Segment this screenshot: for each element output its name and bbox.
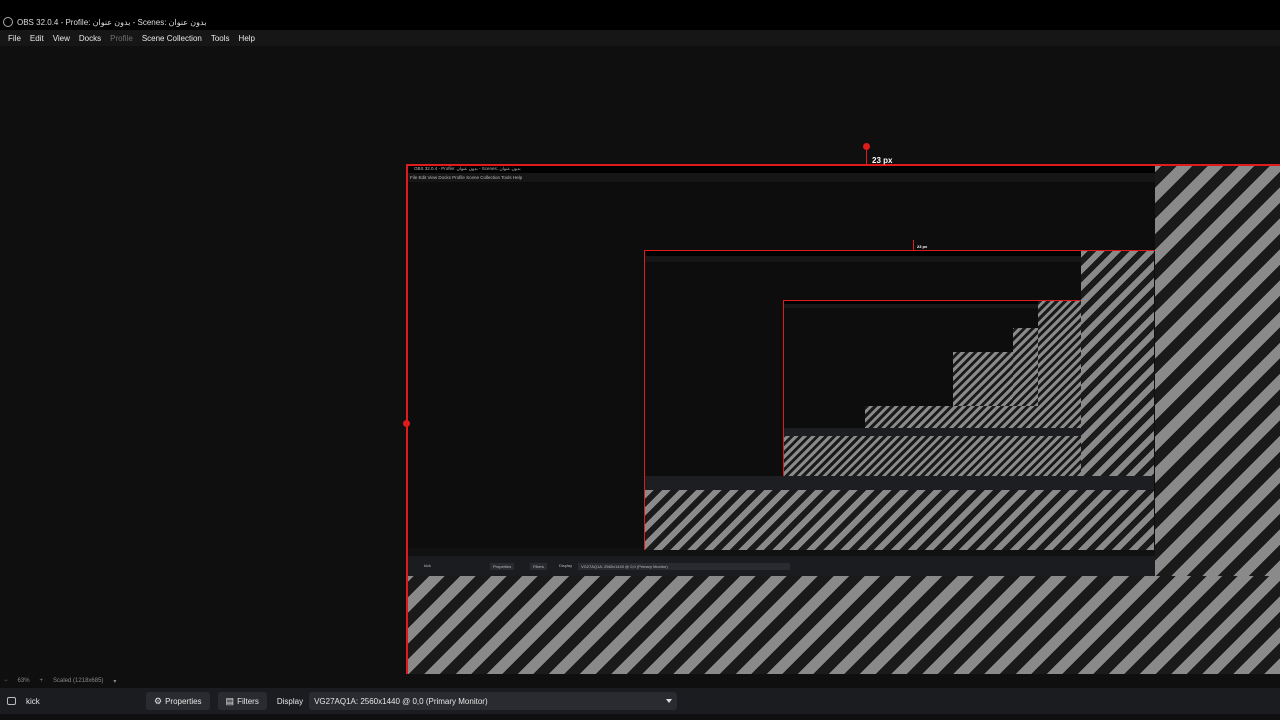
filter-icon: ▤ bbox=[225, 695, 235, 706]
filters-button-label: Filters bbox=[237, 696, 259, 706]
chevron-down-icon bbox=[666, 699, 673, 703]
resize-handle-left[interactable] bbox=[403, 420, 410, 427]
menu-file[interactable]: File bbox=[4, 34, 25, 43]
display-label: Display bbox=[276, 696, 304, 706]
selection-left-edge bbox=[406, 164, 408, 674]
title-bar: OBS 32.0.4 - Profile: بدون عنوان - Scene… bbox=[0, 14, 1280, 30]
scale-info: Scaled (1218x685) bbox=[53, 678, 104, 684]
captured-display-value: VG27AQ1A: 2560x1440 @ 0,0 (Primary Monit… bbox=[578, 563, 790, 570]
window-bottom-strip bbox=[0, 714, 1280, 720]
menu-scene-collection[interactable]: Scene Collection bbox=[138, 34, 206, 43]
filters-button[interactable]: ▤ Filters bbox=[217, 692, 267, 710]
zoom-level: 63% bbox=[17, 678, 30, 684]
captured-menu-text: File Edit View Docks Profile Scene Colle… bbox=[410, 175, 523, 180]
window-top-strip bbox=[0, 0, 1280, 14]
nested-capture-level-3 bbox=[783, 300, 1081, 476]
menu-help[interactable]: Help bbox=[235, 34, 259, 43]
obs-app-icon bbox=[3, 17, 13, 27]
menu-tools[interactable]: Tools bbox=[207, 34, 234, 43]
captured-source-name: kick bbox=[424, 563, 431, 568]
menu-profile[interactable]: Profile bbox=[106, 34, 137, 43]
selection-top-edge bbox=[406, 164, 1280, 166]
gear-icon: ⚙ bbox=[154, 695, 163, 706]
window-title: OBS 32.0.4 - Profile: بدون عنوان - Scene… bbox=[17, 17, 207, 27]
menu-view[interactable]: View bbox=[49, 34, 74, 43]
menu-docks[interactable]: Docks bbox=[75, 34, 105, 43]
menu-bar: File Edit View Docks Profile Scene Colle… bbox=[0, 30, 1280, 46]
nested-distance-guide bbox=[913, 240, 914, 250]
zoom-in-icon[interactable]: + bbox=[40, 678, 44, 684]
monitor-icon bbox=[7, 697, 16, 705]
selected-source-name: kick bbox=[26, 696, 40, 706]
captured-filters: Filters bbox=[530, 563, 547, 570]
preview-status-line: − 63% + Scaled (1218x685) ▾ bbox=[0, 674, 1280, 688]
nested-selection-top-edge-3 bbox=[783, 300, 1081, 301]
preview-canvas[interactable]: OBS 32.0.4 - Profile: بدون عنوان - Scene… bbox=[0, 46, 1280, 674]
display-capture-source[interactable]: OBS 32.0.4 - Profile: بدون عنوان - Scene… bbox=[406, 164, 1280, 674]
captured-window-title: OBS 32.0.4 - Profile: بدون عنوان - Scene… bbox=[414, 166, 521, 171]
source-toolbar: kick ⚙ Properties ▤ Filters Display VG27… bbox=[0, 688, 1280, 714]
nested-capture-level-2 bbox=[644, 250, 1154, 550]
nested-distance-label: 23 px bbox=[917, 244, 928, 249]
nested-selection-left-edge-3 bbox=[783, 300, 784, 476]
distance-label: 23 px bbox=[872, 156, 893, 165]
display-select-value: VG27AQ1A: 2560x1440 @ 0,0 (Primary Monit… bbox=[314, 696, 488, 706]
display-select[interactable]: VG27AQ1A: 2560x1440 @ 0,0 (Primary Monit… bbox=[309, 692, 678, 710]
nested-capture-level-5 bbox=[913, 344, 1013, 406]
captured-menu-bar: File Edit View Docks Profile Scene Colle… bbox=[406, 173, 1156, 182]
captured-toolbar: kick Properties Filters Display VG27AQ1A… bbox=[406, 556, 1155, 576]
zoom-out-icon[interactable]: − bbox=[4, 678, 8, 684]
properties-button-label: Properties bbox=[165, 696, 202, 706]
nested-selection-left-edge bbox=[644, 250, 645, 550]
captured-stripes-right bbox=[1155, 164, 1280, 576]
captured-properties: Properties bbox=[490, 563, 515, 570]
nested-capture-level-4 bbox=[865, 328, 1038, 428]
nested-selection-top-edge bbox=[644, 250, 1155, 251]
menu-edit[interactable]: Edit bbox=[26, 34, 48, 43]
captured-stripes-bottom bbox=[406, 576, 1280, 674]
properties-button[interactable]: ⚙ Properties bbox=[146, 692, 210, 710]
resize-handle-top[interactable] bbox=[863, 143, 870, 150]
captured-display-label: Display bbox=[559, 563, 573, 568]
scale-dropdown-icon[interactable]: ▾ bbox=[113, 678, 116, 685]
